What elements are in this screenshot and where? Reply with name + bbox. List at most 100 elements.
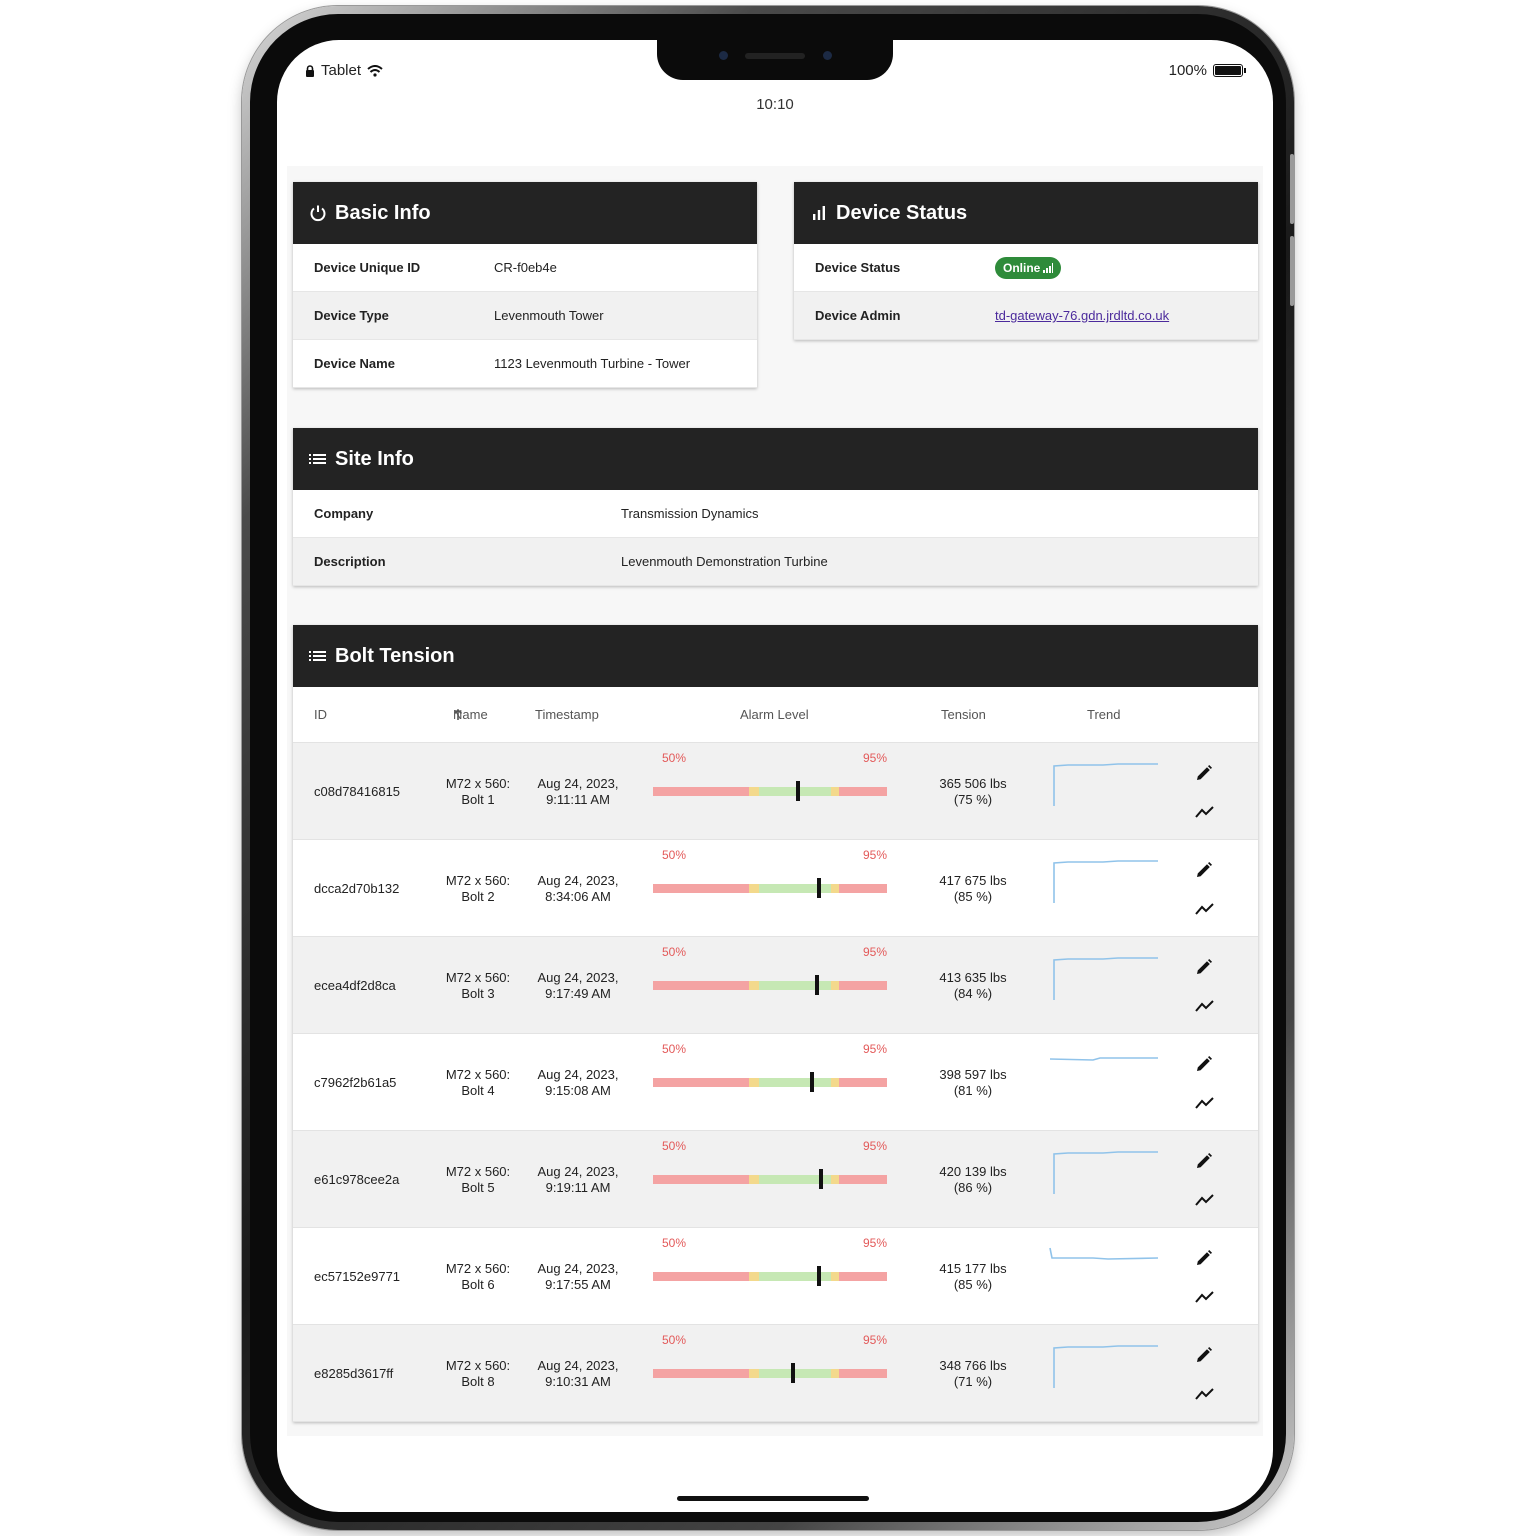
page-content: Basic Info Device Unique ID CR-f0eb4e De… xyxy=(287,166,1263,1436)
timestamp-date: Aug 24, 2023, xyxy=(537,776,619,791)
alarm-seg-low xyxy=(653,1272,749,1281)
trend-line-icon[interactable] xyxy=(1195,902,1215,916)
table-row[interactable]: c7962f2b61a5 M72 x 560: Bolt 4 Aug 24, 2023… xyxy=(293,1034,1258,1131)
pencil-icon[interactable] xyxy=(1195,958,1213,976)
trend-sparkline xyxy=(1053,1345,1158,1388)
pencil-icon[interactable] xyxy=(1195,1346,1213,1364)
alarm-seg-warn-low xyxy=(749,1175,759,1184)
home-indicator[interactable] xyxy=(677,1496,869,1501)
carrier-label: Tablet xyxy=(321,62,362,79)
alarm-seg-warn-high xyxy=(831,1175,839,1184)
site-info-card: Site Info Company Transmission Dynamics … xyxy=(293,428,1258,586)
trend-sparkline xyxy=(1049,1247,1159,1260)
pencil-icon[interactable] xyxy=(1195,1152,1213,1170)
bolt-name: M72 x 560: Bolt 5 xyxy=(433,1164,523,1196)
alarm-seg-warn-low xyxy=(749,884,759,893)
alarm-low-label: 50% xyxy=(662,1139,687,1153)
col-trend[interactable]: Trend xyxy=(1087,707,1120,722)
device-status-header: Device Status xyxy=(794,182,1258,244)
trend-line-icon[interactable] xyxy=(1195,1387,1215,1401)
screen: Tablet 100% 10:10 Basic Info Device Uniq… xyxy=(277,40,1273,1512)
pencil-icon[interactable] xyxy=(1195,1055,1213,1073)
sparkline-path xyxy=(1053,957,1158,1000)
alarm-seg-low xyxy=(653,787,749,796)
bolt-name-line2: Bolt 6 xyxy=(461,1277,495,1292)
bolt-tension-value: 415 177 lbs (85 %) xyxy=(923,1261,1023,1293)
row-value: Transmission Dynamics xyxy=(621,506,759,521)
device-admin-link[interactable]: td-gateway-76.gdn.jrdltd.co.uk xyxy=(995,308,1169,323)
alarm-marker xyxy=(796,781,800,801)
bolt-tension-header: Bolt Tension xyxy=(293,625,1258,687)
table-row[interactable]: ecea4df2d8ca M72 x 560: Bolt 3 Aug 24, 2023… xyxy=(293,937,1258,1034)
row-label: Device Admin xyxy=(815,308,901,323)
alarm-seg-warn-low xyxy=(749,981,759,990)
alarm-seg-warn-low xyxy=(749,1078,759,1087)
alarm-high-label: 95% xyxy=(862,1139,887,1153)
timestamp-time: 8:34:06 AM xyxy=(545,889,611,904)
col-name[interactable]: Name xyxy=(453,707,488,722)
col-alarm[interactable]: Alarm Level xyxy=(740,707,809,722)
trend-line-icon[interactable] xyxy=(1195,1290,1215,1304)
alarm-seg-high xyxy=(839,1078,887,1087)
basic-info-row-type: Device Type Levenmouth Tower xyxy=(293,292,757,340)
sparkline-path xyxy=(1053,1345,1158,1388)
table-row[interactable]: c08d78416815 M72 x 560: Bolt 1 Aug 24, 2023… xyxy=(293,743,1258,840)
col-tension[interactable]: Tension xyxy=(941,707,986,722)
alarm-high-label: 95% xyxy=(862,1236,887,1250)
pencil-icon[interactable] xyxy=(1195,764,1213,782)
bolt-table-body: c08d78416815 M72 x 560: Bolt 1 Aug 24, 2023… xyxy=(293,743,1258,1422)
bolt-tension-value: 413 635 lbs (84 %) xyxy=(923,970,1023,1002)
table-row[interactable]: e61c978cee2a M72 x 560: Bolt 5 Aug 24, 2023… xyxy=(293,1131,1258,1228)
tension-percent: (85 %) xyxy=(953,889,993,904)
alarm-marker xyxy=(791,1363,795,1383)
bolt-name-line1: M72 x 560: xyxy=(445,1067,511,1082)
alarm-seg-high xyxy=(839,1369,887,1378)
bolt-timestamp: Aug 24, 2023, 9:11:11 AM xyxy=(523,776,633,808)
power-icon xyxy=(310,205,326,222)
basic-info-card: Basic Info Device Unique ID CR-f0eb4e De… xyxy=(293,182,757,388)
col-timestamp[interactable]: Timestamp xyxy=(535,707,599,722)
alarm-marker xyxy=(817,878,821,898)
trend-sparkline xyxy=(1053,957,1158,1000)
pencil-icon[interactable] xyxy=(1195,861,1213,879)
device-status-title: Device Status xyxy=(836,201,968,224)
alarm-level-gauge: 50% 95% xyxy=(653,751,887,811)
bolt-name-line1: M72 x 560: xyxy=(445,776,511,791)
trend-line-icon[interactable] xyxy=(1195,999,1215,1013)
bolt-name: M72 x 560: Bolt 1 xyxy=(433,776,523,808)
site-info-row-company: Company Transmission Dynamics xyxy=(293,490,1258,538)
alarm-low-label: 50% xyxy=(662,1236,687,1250)
row-label: Description xyxy=(314,554,386,569)
alarm-marker xyxy=(810,1072,814,1092)
basic-info-header: Basic Info xyxy=(293,182,757,244)
bezel: Tablet 100% 10:10 Basic Info Device Uniq… xyxy=(250,14,1286,1522)
table-row[interactable]: dcca2d70b132 M72 x 560: Bolt 2 Aug 24, 2023… xyxy=(293,840,1258,937)
trend-line-icon[interactable] xyxy=(1195,1096,1215,1110)
bolt-id: e8285d3617ff xyxy=(314,1366,394,1381)
timestamp-time: 9:10:31 AM xyxy=(545,1374,611,1389)
row-value: 1123 Levenmouth Turbine - Tower xyxy=(494,356,691,371)
bolt-name-line1: M72 x 560: xyxy=(445,1261,511,1276)
trend-line-icon[interactable] xyxy=(1195,805,1215,819)
table-row[interactable]: ec57152e9771 M72 x 560: Bolt 6 Aug 24, 2023… xyxy=(293,1228,1258,1325)
list-icon xyxy=(309,651,326,661)
signal-bars-icon xyxy=(1043,262,1054,273)
sparkline-path xyxy=(1053,1151,1158,1194)
sparkline-path xyxy=(1049,1247,1159,1260)
trend-line-icon[interactable] xyxy=(1195,1193,1215,1207)
sparkline-path xyxy=(1049,1057,1158,1061)
alarm-marker xyxy=(817,1266,821,1286)
bolt-name: M72 x 560: Bolt 4 xyxy=(433,1067,523,1099)
alarm-seg-ok xyxy=(759,1078,831,1087)
bolt-name-line2: Bolt 3 xyxy=(461,986,495,1001)
col-id[interactable]: ID xyxy=(314,707,327,722)
timestamp-date: Aug 24, 2023, xyxy=(537,970,619,985)
table-row[interactable]: e8285d3617ff M72 x 560: Bolt 8 Aug 24, 2023… xyxy=(293,1325,1258,1422)
alarm-high-label: 95% xyxy=(862,945,887,959)
pencil-icon[interactable] xyxy=(1195,1249,1213,1267)
battery-percent: 100% xyxy=(1168,62,1207,79)
basic-info-row-name: Device Name 1123 Levenmouth Turbine - To… xyxy=(293,340,757,388)
alarm-seg-warn-low xyxy=(749,1369,759,1378)
alarm-seg-warn-high xyxy=(831,1078,839,1087)
tension-percent: (84 %) xyxy=(953,986,993,1001)
